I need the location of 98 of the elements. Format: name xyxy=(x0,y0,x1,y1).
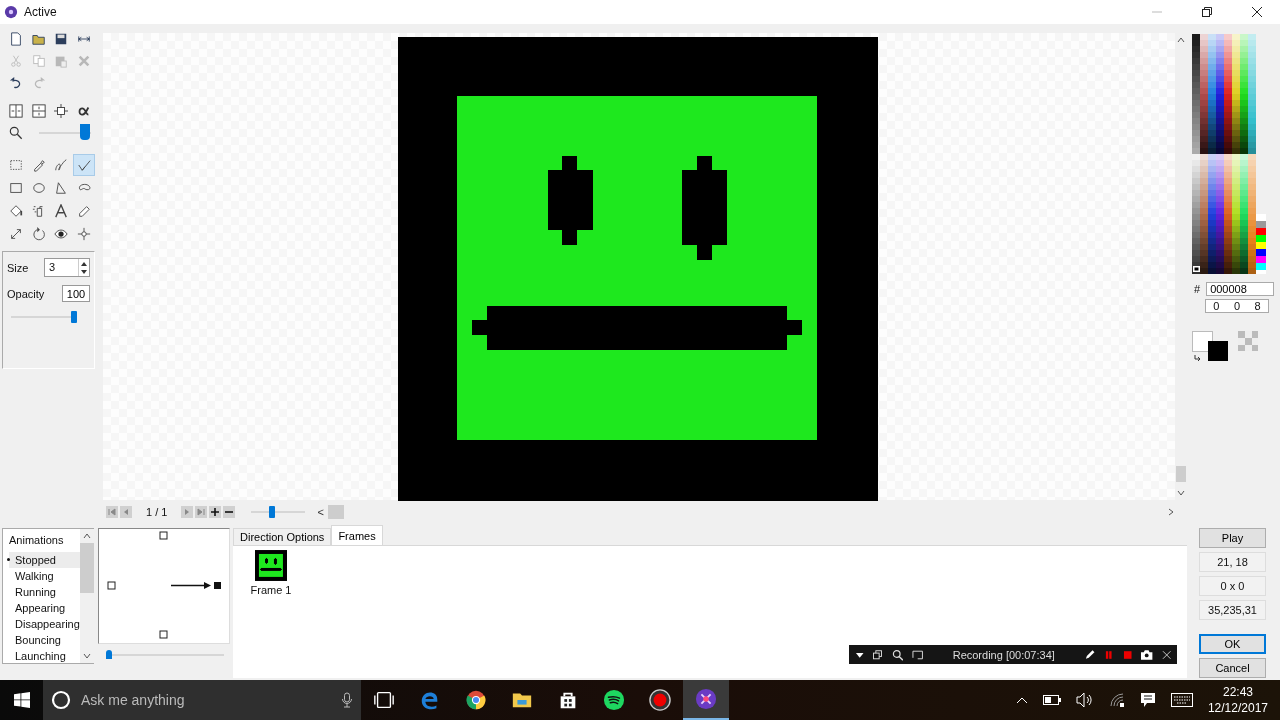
page-icon[interactable] xyxy=(9,32,24,46)
scroll-right-icon[interactable] xyxy=(1168,508,1174,516)
camera-icon[interactable] xyxy=(1141,649,1153,660)
scroll-up-icon[interactable] xyxy=(82,533,91,539)
spray-icon xyxy=(31,204,46,218)
eraser-icon xyxy=(76,204,91,218)
caret-icon[interactable] xyxy=(1015,696,1028,704)
pencil-icon[interactable] xyxy=(1083,648,1096,661)
ok-button[interactable]: OK xyxy=(1199,634,1266,654)
list-header: Animations xyxy=(9,534,65,546)
orb-icon xyxy=(695,688,717,710)
animation-item[interactable]: Appearing xyxy=(9,600,80,616)
letter-a-icon xyxy=(54,204,69,218)
crosshair-icon xyxy=(76,227,91,241)
center-icon[interactable] xyxy=(54,104,69,118)
eyedropper-icon xyxy=(31,158,46,172)
rgb-field[interactable]: 0 0 8 xyxy=(1205,299,1269,313)
window-title: Active xyxy=(24,5,57,19)
scroll-thumb[interactable] xyxy=(327,505,344,519)
play-button[interactable]: Play xyxy=(1199,528,1266,548)
readout: 21, 18 xyxy=(1199,552,1266,572)
rotate-icon xyxy=(31,227,46,241)
list-scrollbar[interactable] xyxy=(79,529,94,663)
add-frame-icon[interactable] xyxy=(209,506,222,518)
microphone-icon[interactable] xyxy=(341,692,353,708)
restore-icon[interactable] xyxy=(1202,7,1212,17)
music-circle-icon xyxy=(603,689,625,711)
opacity-field[interactable]: 100 xyxy=(62,285,90,302)
frame-label: Frame 1 xyxy=(250,584,292,596)
animation-item[interactable]: Launching xyxy=(9,648,80,664)
paint-bucket-icon xyxy=(9,204,24,218)
scroll-down-icon[interactable] xyxy=(1177,490,1185,496)
rectangle-icon xyxy=(9,181,24,195)
frame-zoom-slider[interactable] xyxy=(268,506,275,518)
opacity-label: Opacity xyxy=(7,287,45,300)
folder-icon[interactable] xyxy=(31,32,46,46)
start-icon[interactable] xyxy=(14,692,30,708)
direction-dial-drawing[interactable] xyxy=(98,528,230,644)
keyboard-icon[interactable] xyxy=(1170,693,1193,707)
screen-region-icon[interactable] xyxy=(912,648,924,661)
animation-item[interactable]: Bouncing xyxy=(9,632,80,648)
search-field[interactable]: Ask me anything xyxy=(79,691,333,709)
diagonal-arrow-icon xyxy=(9,227,24,241)
stop-icon[interactable] xyxy=(1122,649,1133,660)
hash-label: # xyxy=(1194,283,1201,295)
cortana-circle-icon xyxy=(51,690,71,710)
battery-icon[interactable] xyxy=(1042,695,1061,705)
recording-status: Recording [00:07:34] xyxy=(952,648,1055,661)
windows-icon[interactable] xyxy=(873,649,883,660)
speed-slider[interactable] xyxy=(106,650,112,659)
tab[interactable]: Frames xyxy=(331,525,383,545)
animation-item[interactable]: Walking xyxy=(9,568,80,584)
task-view-icon xyxy=(373,689,395,711)
notification-icon[interactable] xyxy=(1139,692,1156,708)
opacity-slider[interactable] xyxy=(71,311,77,323)
eye-icon xyxy=(54,227,69,241)
squiggle-icon xyxy=(54,158,69,172)
ellipse-icon xyxy=(31,181,46,195)
readout: 35,235,31 xyxy=(1199,600,1266,620)
record-icon xyxy=(649,689,671,711)
alpha-icon[interactable] xyxy=(76,104,91,118)
browser-circle-icon xyxy=(465,689,487,711)
clock[interactable]: 22:43 12/12/2017 xyxy=(1207,685,1268,715)
color-palette[interactable] xyxy=(1192,34,1266,274)
frame-counter: 1 / 1 xyxy=(146,506,168,518)
next-frame-icon[interactable] xyxy=(181,506,194,518)
size-spinner[interactable]: 3 xyxy=(44,258,90,277)
zoom-slider[interactable] xyxy=(79,124,90,140)
cancel-button[interactable]: Cancel xyxy=(1199,658,1266,678)
scroll-thumb[interactable] xyxy=(79,543,94,593)
scroll-left-arrow[interactable]: < xyxy=(317,506,324,518)
animation-item[interactable]: Disappearing xyxy=(9,616,80,632)
wifi-icon[interactable] xyxy=(1108,692,1125,708)
hex-field[interactable]: 000008 xyxy=(1206,282,1275,296)
search-icon[interactable] xyxy=(9,126,23,140)
line-icon xyxy=(76,158,91,172)
app-icon xyxy=(4,5,18,19)
speaker-icon[interactable] xyxy=(1075,692,1094,708)
polygon-icon xyxy=(54,181,69,195)
dashed-rectangle-icon xyxy=(9,158,24,172)
close-icon[interactable] xyxy=(1252,7,1262,17)
size-label: Size xyxy=(7,261,29,274)
animation-item[interactable]: Stopped xyxy=(9,552,80,568)
animation-item[interactable]: Running xyxy=(9,584,80,600)
tab[interactable]: Direction Options xyxy=(233,528,332,545)
pause-icon[interactable] xyxy=(1104,649,1114,660)
search-icon[interactable] xyxy=(891,648,904,661)
scroll-thumb[interactable] xyxy=(1176,466,1186,482)
remove-frame-icon[interactable] xyxy=(223,506,236,518)
scroll-down-icon[interactable] xyxy=(82,653,91,659)
search-bar[interactable]: Ask me anything xyxy=(43,680,361,720)
flip-vertical-icon[interactable] xyxy=(31,104,46,118)
flip-horizontal-icon[interactable] xyxy=(9,104,24,118)
scroll-up-icon[interactable] xyxy=(1177,37,1185,43)
readout: 0 x 0 xyxy=(1199,576,1266,596)
canvas[interactable] xyxy=(103,33,1175,500)
frame-thumbnail[interactable] xyxy=(255,550,287,581)
horizontal-scrollbar[interactable]: < xyxy=(317,505,1174,519)
